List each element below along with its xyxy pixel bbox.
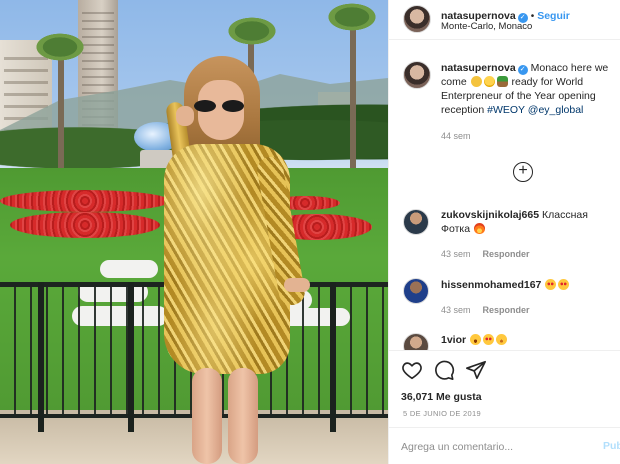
post-side-panel: natasupernova ✓ • Seguir Monte-Carlo, Monac… <box>388 0 620 464</box>
photo-palm-trunk <box>350 10 356 170</box>
photo-flowerbed <box>0 190 170 212</box>
hashtag-link[interactable]: #WEOY <box>487 104 525 116</box>
comment-input[interactable] <box>401 439 591 455</box>
caption-age: 44 sem <box>441 131 471 141</box>
caption-username[interactable]: natasupernova <box>441 62 516 74</box>
plus-icon: + <box>518 162 528 179</box>
commenter-username[interactable]: hissenmohamed167 <box>441 279 541 291</box>
post-actions: 36,071 Me gusta 5 DE JUNIO DE 2019 Pub <box>389 350 620 464</box>
sunglasses-face-emoji-icon <box>483 76 495 87</box>
comment-text: zukovskijnikolaj665 Классная Фотка <box>441 209 588 235</box>
commenter-avatar[interactable] <box>403 278 429 304</box>
load-more-comments-button[interactable]: + <box>513 162 533 182</box>
like-heart-icon[interactable] <box>401 359 423 381</box>
post-location[interactable]: Monte-Carlo, Monaco <box>441 21 532 32</box>
verified-badge-icon: ✓ <box>517 65 528 75</box>
fire-emoji-icon <box>473 223 485 234</box>
caption-avatar[interactable] <box>403 61 431 89</box>
heart-eyes-emoji-icon <box>545 279 557 290</box>
comment-text: hissenmohamed167 <box>441 278 613 292</box>
sunglasses <box>194 100 248 112</box>
reply-button[interactable]: Responder <box>483 305 530 315</box>
photo-palm-crown <box>322 0 382 34</box>
post-photo[interactable] <box>0 0 388 464</box>
photo-palm-trunk <box>58 50 64 170</box>
likes-count[interactable]: 36,071 Me gusta <box>401 391 482 403</box>
author-avatar[interactable] <box>403 5 431 33</box>
add-comment-bar: Pub <box>389 427 620 464</box>
photo-palm-crown <box>222 14 282 48</box>
caption-text: natasupernova ✓ Monaco here we come ready… <box>441 62 609 116</box>
comments-list[interactable]: natasupernova ✓ Monaco here we come ready… <box>389 41 620 350</box>
commenter-username[interactable]: 1vior <box>441 334 466 346</box>
commenter-avatar[interactable] <box>403 209 429 235</box>
heart-eyes-emoji-icon <box>483 334 495 345</box>
post-header: natasupernova ✓ • Seguir Monte-Carlo, Monac… <box>389 0 620 40</box>
follow-button[interactable]: Seguir <box>537 10 570 22</box>
comment-text: 1vior <box>441 333 613 347</box>
photo-woman-gold-dress <box>150 56 330 464</box>
comment-meta: 43 sem Responder <box>441 249 530 259</box>
comment-bubble-icon[interactable] <box>433 359 455 381</box>
commenter-username[interactable]: zukovskijnikolaj665 <box>441 209 539 221</box>
photo-palm-crown <box>30 30 90 64</box>
mention-link[interactable]: @ey_global <box>528 104 584 116</box>
reply-button[interactable]: Responder <box>483 249 530 259</box>
ok-hand-emoji-icon <box>470 76 482 87</box>
share-paper-plane-icon[interactable] <box>465 359 487 381</box>
palm-tree-emoji-icon <box>496 76 508 87</box>
commenter-avatar[interactable] <box>403 333 429 350</box>
grin-emoji-icon <box>470 334 482 345</box>
photo-flowerbed <box>10 212 160 238</box>
smile-emoji-icon <box>496 334 508 345</box>
post-date: 5 DE JUNIO DE 2019 <box>403 409 481 418</box>
comment-meta: 43 sem Responder <box>441 305 530 315</box>
heart-eyes-emoji-icon <box>558 279 570 290</box>
publish-button[interactable]: Pub <box>603 440 620 452</box>
